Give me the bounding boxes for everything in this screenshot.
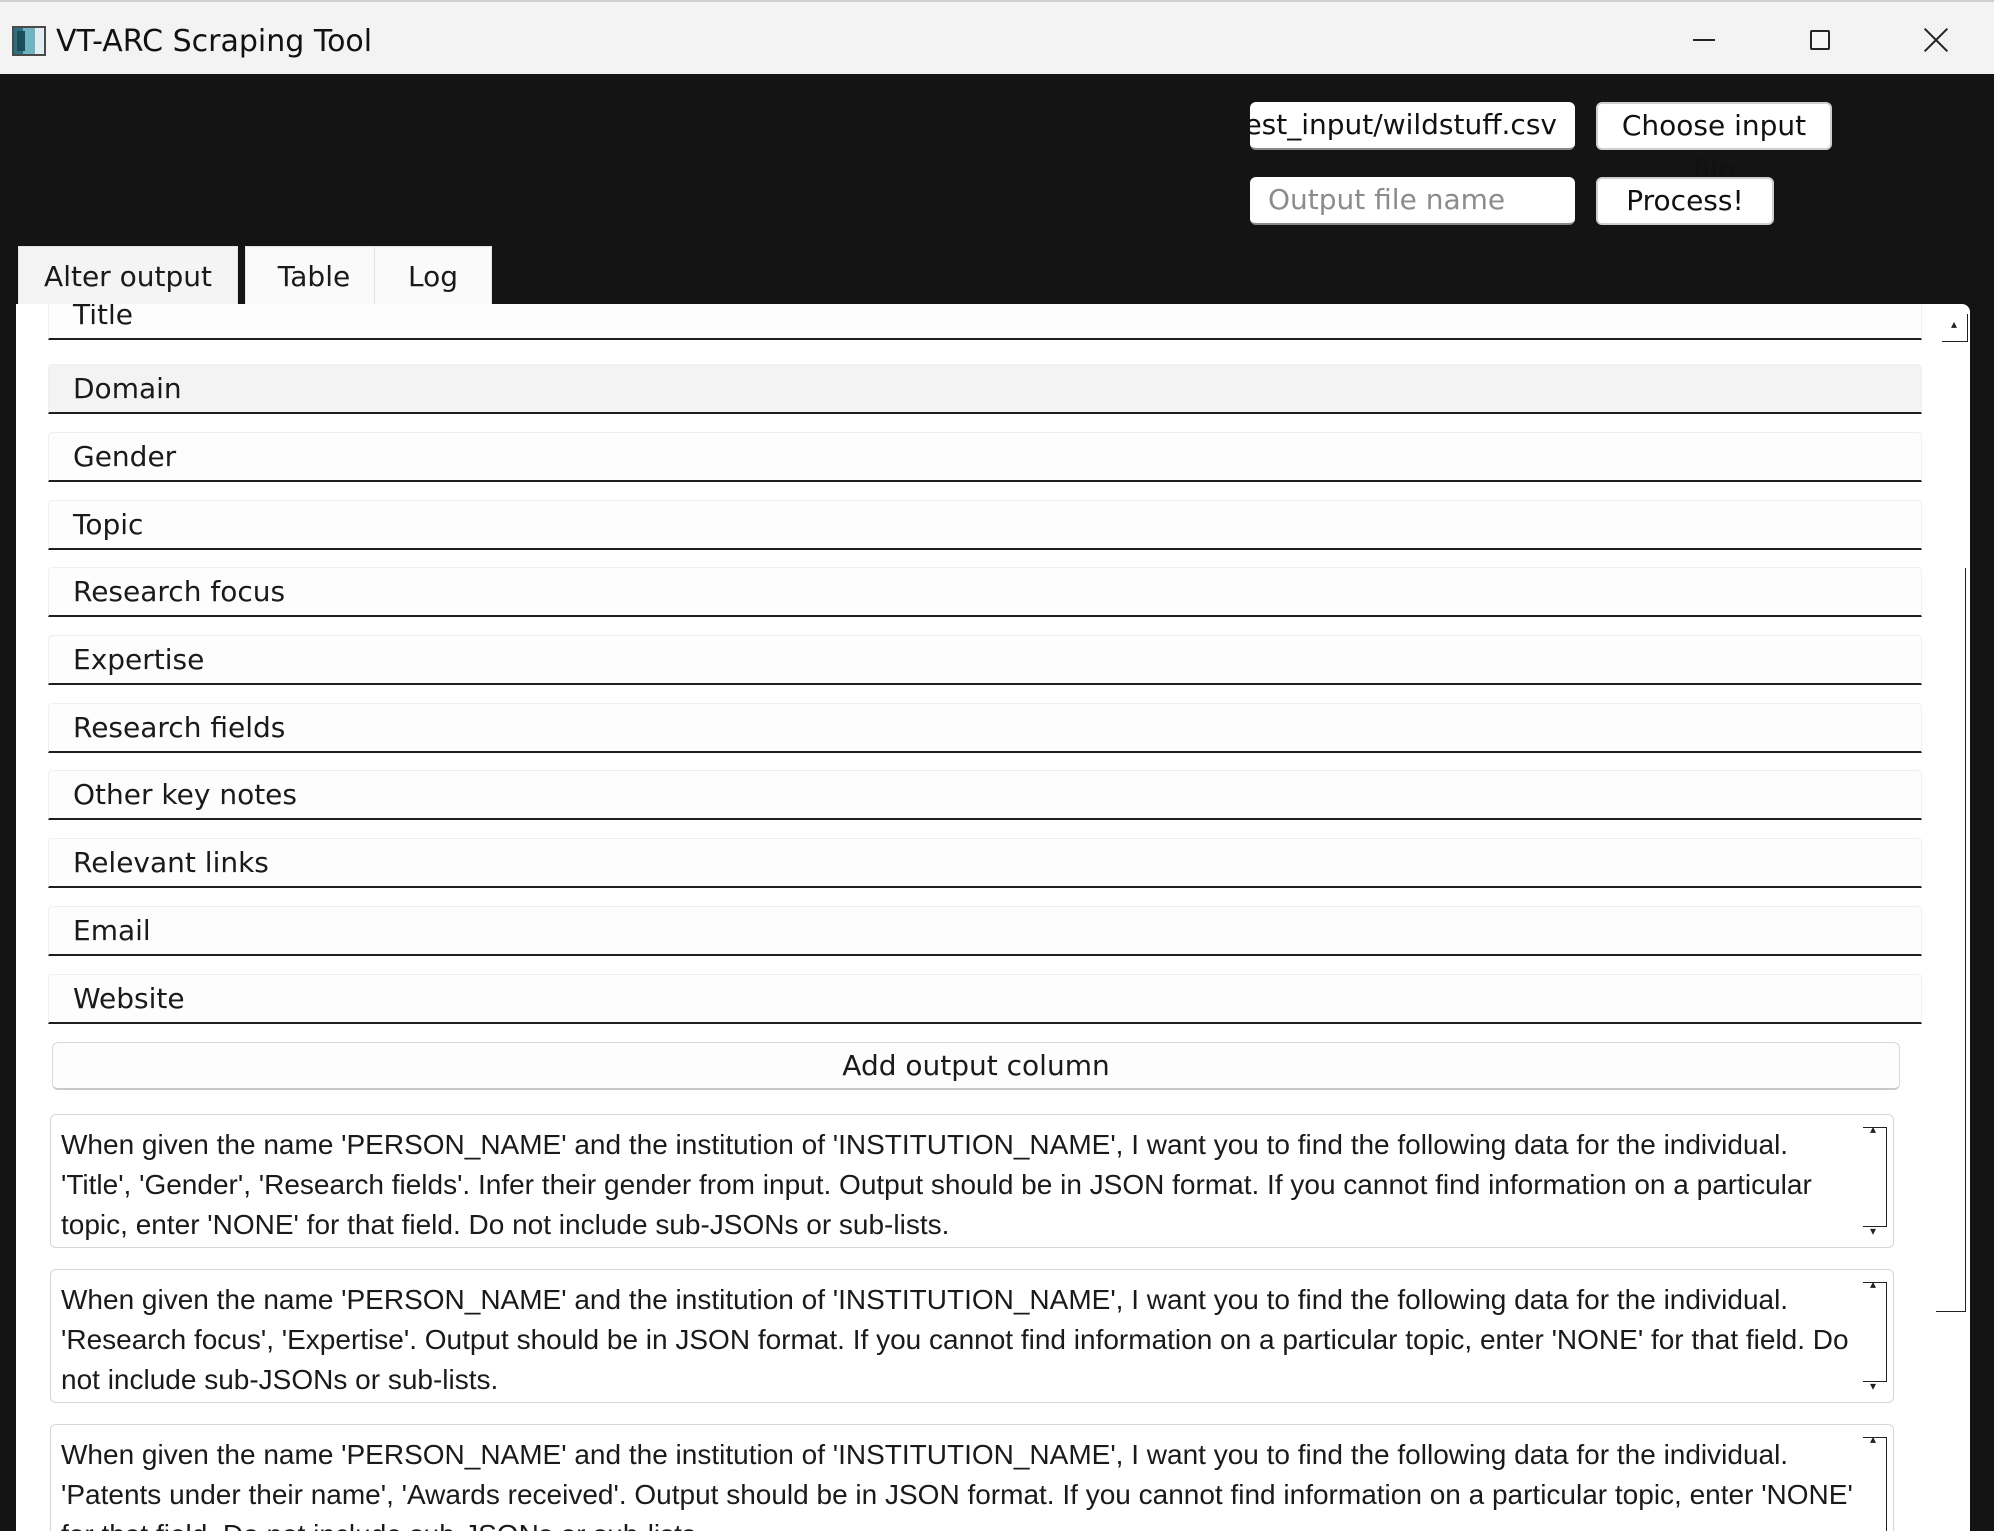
- tab-alter-output[interactable]: Alter output: [18, 246, 238, 306]
- scroll-up-icon[interactable]: ▴: [1940, 314, 1968, 342]
- output-column-field[interactable]: Relevant links: [48, 838, 1922, 888]
- add-output-column-button[interactable]: Add output column: [52, 1042, 1900, 1090]
- maximize-icon: [1810, 30, 1830, 50]
- prompt-scrollbar[interactable]: ▴ ▾: [1859, 1274, 1887, 1400]
- scrollbar-thumb[interactable]: [1936, 568, 1966, 1312]
- output-column-field[interactable]: Expertise: [48, 635, 1922, 685]
- output-column-field[interactable]: Website: [48, 974, 1922, 1024]
- prompt-text: When given the name 'PERSON_NAME' and th…: [61, 1129, 1812, 1240]
- close-button[interactable]: [1878, 10, 1994, 70]
- scroll-up-icon[interactable]: ▴: [1859, 1119, 1887, 1143]
- scroll-up-icon[interactable]: ▴: [1859, 1429, 1887, 1453]
- output-column-field[interactable]: Research focus: [48, 567, 1922, 617]
- panel-scrollbar[interactable]: ▴: [1926, 304, 1968, 1531]
- minimize-icon: [1693, 39, 1715, 41]
- tab-table[interactable]: Table: [245, 246, 383, 306]
- app-icon: [12, 26, 46, 56]
- output-file-name-input[interactable]: Output file name: [1250, 177, 1575, 225]
- tab-log[interactable]: Log: [374, 246, 492, 306]
- title-bar: VT-ARC Scraping Tool: [0, 0, 1994, 74]
- output-column-field[interactable]: Research fields: [48, 703, 1922, 753]
- prompt-textarea[interactable]: When given the name 'PERSON_NAME' and th…: [50, 1424, 1894, 1531]
- process-button[interactable]: Process!: [1596, 177, 1774, 225]
- minimize-button[interactable]: [1646, 10, 1762, 70]
- output-column-field[interactable]: Topic: [48, 500, 1922, 550]
- close-icon: [1924, 28, 1948, 52]
- output-column-field[interactable]: Domain: [48, 364, 1922, 414]
- prompt-textarea[interactable]: When given the name 'PERSON_NAME' and th…: [50, 1269, 1894, 1403]
- scroll-up-icon[interactable]: ▴: [1859, 1274, 1887, 1298]
- output-column-field[interactable]: Title: [48, 304, 1922, 340]
- prompt-scrollbar[interactable]: ▴ ▾: [1859, 1119, 1887, 1245]
- input-file-path-field[interactable]: test_input/wildstuff.csv: [1250, 102, 1575, 150]
- alter-output-panel: Title Domain Gender Topic Research focus…: [16, 304, 1970, 1531]
- prompt-text: When given the name 'PERSON_NAME' and th…: [61, 1439, 1853, 1531]
- scroll-down-icon[interactable]: ▾: [1859, 1376, 1887, 1400]
- scroll-down-icon[interactable]: ▾: [1859, 1221, 1887, 1245]
- prompt-textarea[interactable]: When given the name 'PERSON_NAME' and th…: [50, 1114, 1894, 1248]
- window-title: VT-ARC Scraping Tool: [56, 24, 373, 59]
- output-column-field[interactable]: Gender: [48, 432, 1922, 482]
- output-column-field[interactable]: Email: [48, 906, 1922, 956]
- prompt-text: When given the name 'PERSON_NAME' and th…: [61, 1284, 1849, 1395]
- choose-input-file-button[interactable]: Choose input file: [1596, 102, 1832, 186]
- maximize-button[interactable]: [1762, 10, 1878, 70]
- prompt-scrollbar[interactable]: ▴ ▾: [1859, 1429, 1887, 1531]
- output-column-field[interactable]: Other key notes: [48, 770, 1922, 820]
